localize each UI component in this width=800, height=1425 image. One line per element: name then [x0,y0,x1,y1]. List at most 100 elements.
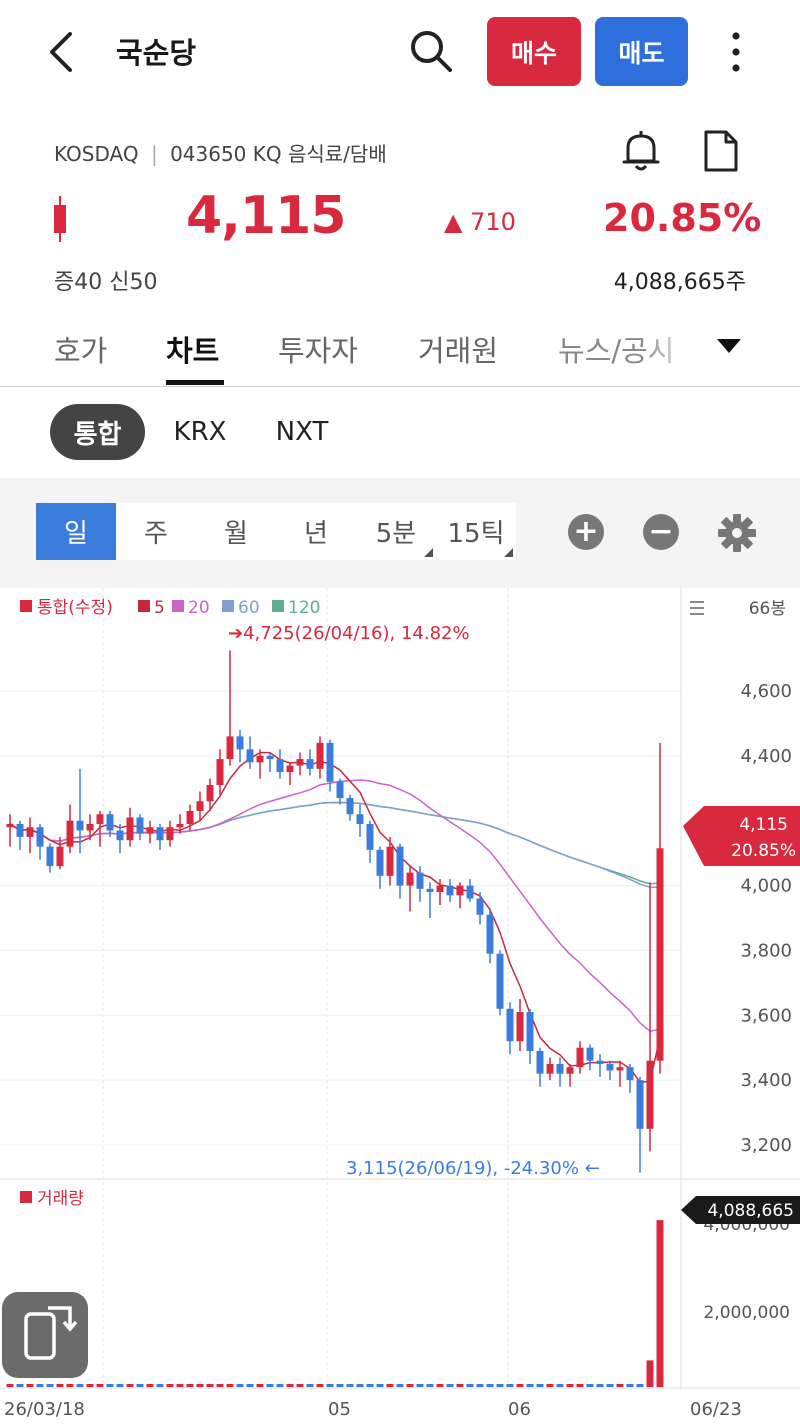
price-tick: 3,600 [740,1005,792,1026]
candle-body [436,885,444,893]
low-annotation: 3,115(26/06/19), -24.30% ← [346,1158,600,1179]
volume-bar [366,1384,374,1387]
gear-icon[interactable] [716,512,758,554]
candle-body [646,1060,654,1129]
stock-sector: 음식료/담배 [287,142,387,166]
candle-body [186,810,194,824]
volume-bar [136,1384,144,1387]
candle-body [566,1067,574,1074]
candle-body [376,849,384,876]
zoom-out-icon[interactable]: − [643,514,679,550]
volume-bar [356,1384,364,1387]
volume-bar [276,1384,284,1387]
document-icon[interactable] [700,130,740,172]
volume-bar [486,1384,494,1387]
x-label-may: 05 [328,1399,351,1420]
volume-bar [566,1384,574,1387]
candle-body [296,759,304,766]
candle-body [396,846,404,886]
legend-swatch-main [20,600,32,612]
volume-bar [126,1384,134,1387]
period-week[interactable]: 주 [116,503,197,560]
volume-bar [266,1384,274,1387]
candle-body [536,1050,544,1074]
tab-broker[interactable]: 거래원 [418,328,498,370]
buy-button[interactable]: 매수 [487,17,581,86]
tag-pct: 20.85% [731,841,796,861]
candle-body [276,759,284,773]
volume-bar [246,1384,254,1387]
back-arrow-icon[interactable] [40,28,84,76]
period-15tick[interactable]: 15틱 [436,503,516,560]
volume-bar [606,1384,614,1387]
period-15tick-label: 15틱 [447,519,505,549]
period-5min-label: 5분 [375,519,417,549]
candle-body [306,759,314,769]
candle-body [316,742,324,769]
rotate-screen-button[interactable] [2,1292,88,1378]
volume-tick: 2,000,000 [703,1303,790,1323]
volume-bar [466,1384,474,1387]
volume-bar [36,1384,44,1387]
candle-body [476,898,484,915]
candle-body [386,846,394,876]
candle-body [76,820,84,831]
market-nxt[interactable]: NXT [262,404,342,460]
more-options-icon[interactable] [720,28,752,76]
candle-body [156,827,164,841]
volume-bar [206,1384,214,1387]
candle-body [526,1012,534,1051]
period-month[interactable]: 월 [196,503,277,560]
tab-dropdown-arrow-icon[interactable] [717,339,741,353]
period-year[interactable]: 년 [276,503,357,560]
candle-body [496,953,504,1009]
current-price-tag: 4,115 20.85% [683,806,800,866]
zoom-in-icon[interactable]: + [568,514,604,550]
candle-body [96,814,104,824]
market-krx[interactable]: KRX [160,404,240,460]
search-icon[interactable] [406,26,456,76]
candle-body [216,759,224,786]
volume-bar [616,1384,624,1387]
tab-investor[interactable]: 투자자 [278,328,358,370]
tab-chart[interactable]: 차트 [166,328,219,370]
dropdown-corner-icon [504,548,513,557]
legend-swatch-ma5 [138,600,150,612]
tab-orderbook[interactable]: 호가 [54,328,107,370]
candle-body [206,785,214,802]
period-day[interactable]: 일 [36,503,117,560]
bar-count: 66봉 [749,599,786,619]
volume-bar [576,1384,584,1387]
tag-price: 4,115 [739,815,788,835]
market-integrated[interactable]: 통합 [50,404,145,460]
candle-body [366,823,374,850]
candle-body [506,1008,514,1042]
candle-body [106,814,114,831]
candle-body [606,1063,614,1071]
sell-button[interactable]: 매도 [595,17,688,86]
active-tab-indicator [166,380,224,385]
candle-body [576,1047,584,1068]
candle-body [86,823,94,831]
candle-body [586,1047,594,1061]
volume-bar [416,1384,424,1387]
legend-swatch-ma60 [222,600,234,612]
candle-body [286,765,294,773]
volume-tag: 4,088,665 [681,1196,800,1224]
volume-bar [116,1384,124,1387]
period-5min[interactable]: 5분 [356,503,437,560]
candle-body [176,823,184,828]
volume-bar [396,1384,404,1387]
legend-ma120: 120 [288,598,320,618]
candle-body [416,872,424,889]
alarm-bell-icon[interactable] [618,128,664,174]
x-label-june: 06 [508,1399,531,1420]
candle-body [426,888,434,893]
candle-body [6,823,14,828]
price-chart[interactable]: 통합(수정) 5 20 60 120 ➔4,725(26/04/16), 14.… [0,588,800,1425]
candle-body [46,846,54,867]
detail-tabs: 호가 차트 투자자 거래원 뉴스/공시 [0,312,800,387]
candle-body [236,736,244,750]
chart-background [0,588,800,1425]
volume-bar [496,1384,504,1387]
